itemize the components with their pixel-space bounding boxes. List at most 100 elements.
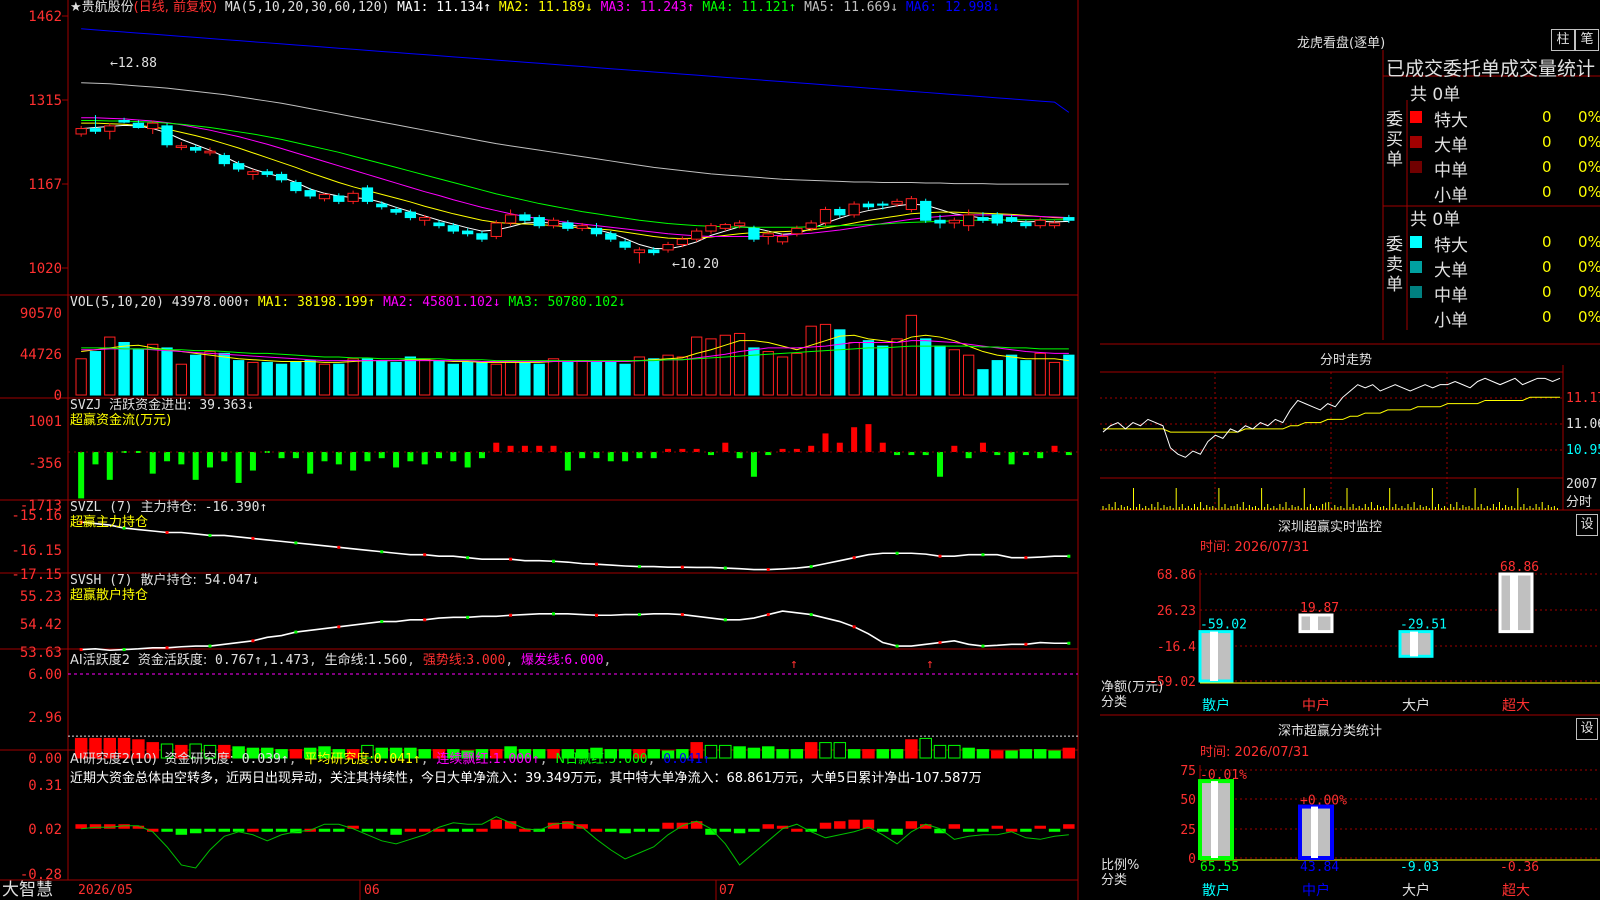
research-bar [189, 828, 202, 834]
tick-view-button[interactable]: 笔 [1575, 29, 1599, 51]
svsh-marker [852, 625, 856, 629]
lhb-title: 龙虎看盘(逐单) [1297, 36, 1386, 51]
volume-bar [819, 323, 832, 396]
row-name: 特大 [1434, 236, 1468, 256]
volume-bar [619, 363, 631, 396]
candle [347, 192, 359, 202]
volume-bar [247, 361, 259, 396]
price-tick-label: 1462 [28, 9, 62, 25]
svsh-marker [552, 612, 556, 616]
vol-title: VOL(5,10,20) [70, 295, 164, 310]
sell-side-label: 委卖单 [1386, 235, 1403, 295]
column-view-button[interactable]: 柱 [1551, 29, 1575, 51]
candle [705, 225, 717, 232]
intraday-title: 分时走势 [1320, 353, 1373, 368]
svzl-label: 主力持仓: [140, 500, 197, 515]
candle [476, 233, 488, 240]
candle [576, 225, 588, 229]
ai-act-value2: 1.473 [269, 653, 309, 668]
volume-bar [862, 340, 875, 396]
order-row-3: 小单 0 0% [1408, 306, 1600, 331]
svzl-marker [423, 553, 427, 557]
research-bar [905, 821, 918, 829]
price-tick-label: 1315 [28, 93, 62, 109]
svsh-marker [766, 613, 770, 617]
candle [676, 238, 689, 246]
research-bar [204, 828, 216, 832]
volume-bar [161, 347, 173, 396]
volume-bar [390, 361, 402, 396]
candle [89, 128, 102, 132]
ai-act-value: 0.767↑ [215, 653, 263, 668]
svsh-marker [637, 613, 641, 617]
lhb-header: 已成交委托单成交量统计 [1386, 58, 1596, 80]
research-bar [719, 828, 732, 832]
sz-monitor-settings-button[interactable]: 设 [1576, 514, 1598, 536]
stats-category-label: 超大 [1502, 883, 1530, 899]
svzl-marker [895, 551, 899, 555]
fund-flow-bar [1051, 445, 1058, 452]
svsh-tick-label: 54.42 [20, 617, 62, 633]
svzl-tick-label: -16.15 [11, 543, 62, 559]
ma4-value: MA4: 11.121↑ [694, 0, 797, 15]
candle [920, 200, 932, 221]
monitor-category-label: 超大 [1502, 698, 1530, 714]
svzl-marker [1067, 554, 1071, 558]
candle [190, 146, 202, 151]
fund-flow-bar [521, 445, 528, 452]
ma-params: MA(5,10,20,30,60,120) [224, 0, 390, 15]
candle [419, 217, 431, 221]
candle [461, 230, 474, 235]
svsh-marker [337, 625, 341, 629]
svsh-marker [294, 630, 298, 634]
intraday-tick-label: 分时 [1566, 495, 1592, 510]
research-bar [619, 828, 631, 834]
monitor-tick-label: -16.4 [1157, 640, 1196, 655]
proportion-highlight [1211, 781, 1218, 858]
candle [891, 200, 903, 205]
stats-tick-label: 75 [1180, 764, 1196, 779]
ma3-value: MA3: 11.243↑ [592, 0, 695, 15]
ma1-value: MA1: 11.134↑ [397, 0, 492, 15]
svsh-title: SVSH (7) [70, 573, 133, 588]
svzj-title: SVZJ [70, 398, 102, 413]
ma5-value: MA5: 11.669↓ [796, 0, 899, 15]
row-color-swatch [1410, 111, 1422, 123]
row-count: 0 [1542, 258, 1552, 276]
candle [962, 214, 975, 227]
candle [247, 171, 259, 175]
candle [404, 211, 417, 219]
intraday-tick-label: 11.17 [1566, 391, 1600, 406]
sz-stats-settings-button[interactable]: 设 [1576, 718, 1598, 740]
fund-flow-bar [750, 451, 757, 477]
vol-tick-label: 90570 [20, 306, 62, 322]
volume-bar [504, 360, 517, 396]
volume-bar [447, 363, 459, 396]
research-bar [977, 828, 989, 832]
volume-bar [218, 352, 230, 396]
svsh-line [81, 610, 1069, 652]
volume-bar [404, 356, 417, 396]
fund-flow-bar [1037, 451, 1044, 459]
svsh-marker [895, 644, 899, 648]
svsh-tick-label: 55.23 [20, 589, 62, 605]
row-percent: 0% [1578, 183, 1600, 201]
candle [318, 193, 331, 200]
volume-bar [361, 358, 374, 396]
svzl-title: SVZL (7) [70, 500, 133, 515]
candle [762, 233, 774, 237]
candle [948, 219, 960, 224]
ma2-line [81, 122, 1069, 240]
high-price-label: ←12.88 [110, 56, 157, 71]
volume-bar [190, 354, 202, 396]
research-bar [247, 828, 259, 832]
fund-flow-bar [164, 451, 171, 462]
research-bar [705, 828, 717, 835]
volume-bar [791, 352, 803, 396]
ma-values: MA1: 11.134↑ MA2: 11.189↓ MA3: 11.243↑ M… [397, 0, 1000, 15]
vol-ma-values: MA1: 38198.199↑ MA2: 45801.102↓ MA3: 507… [258, 295, 626, 310]
svzl-legend: SVZL (7) 主力持仓: -16.390↑ 超赢主力持仓 [70, 500, 267, 530]
row-name: 小单 [1434, 186, 1468, 206]
period-label: (日线, 前复权) [133, 0, 218, 15]
monitor-category-label: 中户 [1302, 697, 1330, 714]
